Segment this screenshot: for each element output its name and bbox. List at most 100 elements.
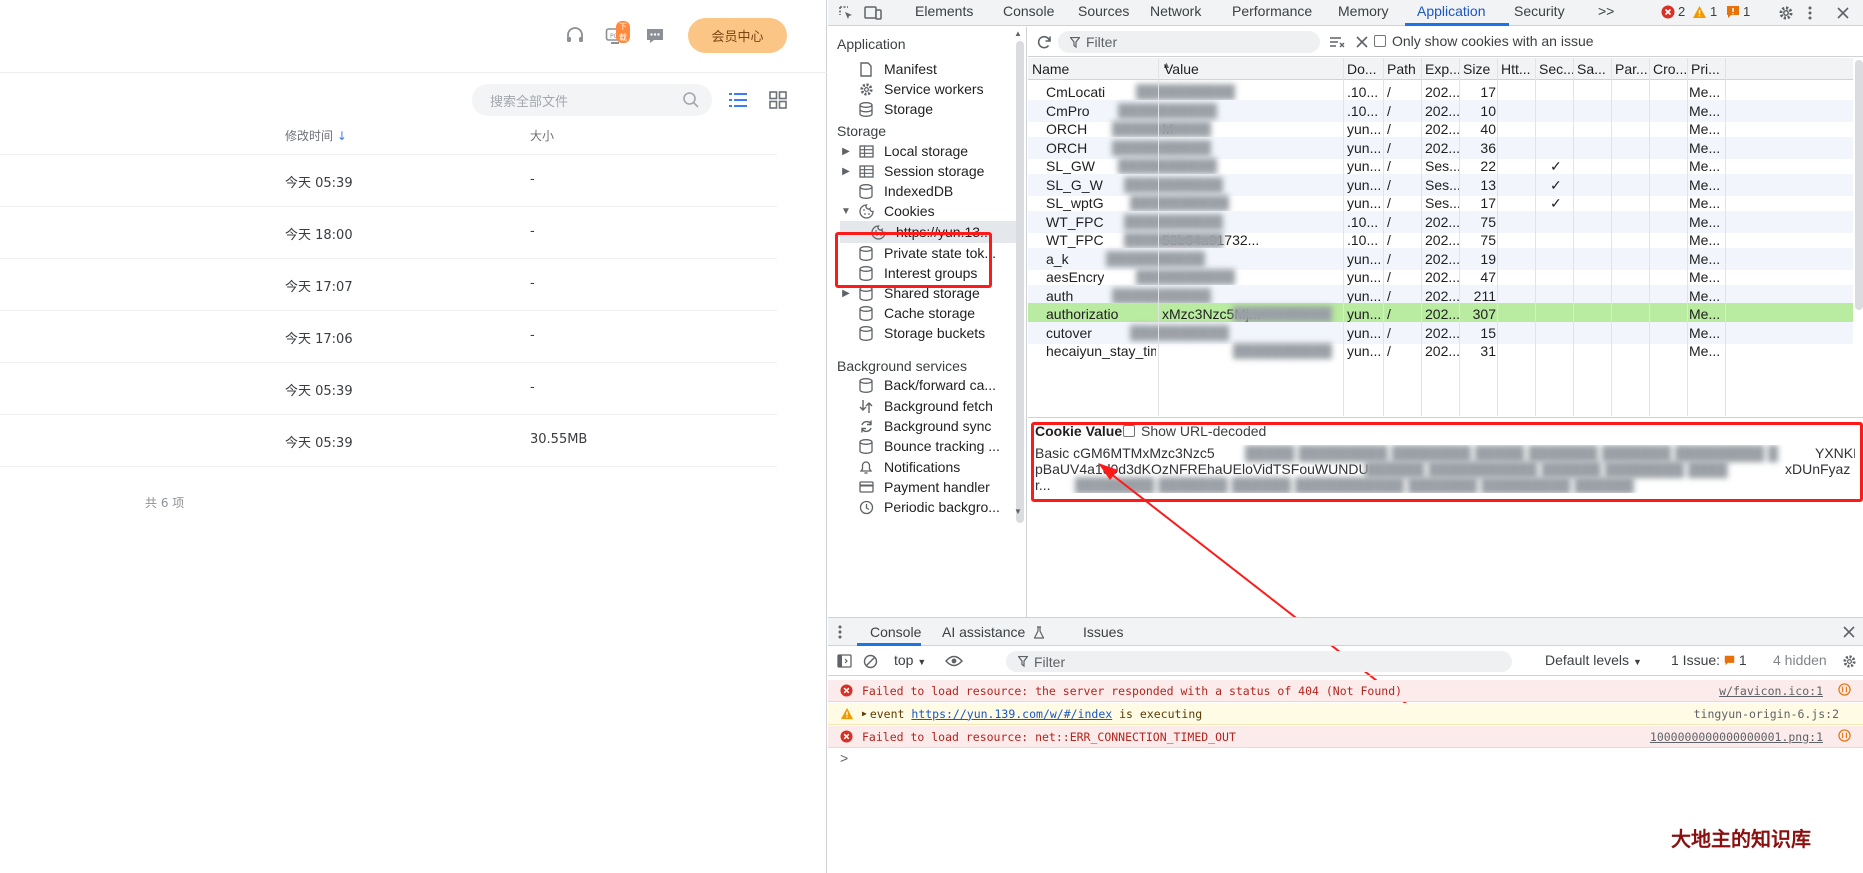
col-partition-key[interactable]: Par... [1615,61,1649,77]
size-column-header[interactable]: 大小 [530,127,554,144]
sidebar-item-storage[interactable]: Storage [828,98,1016,120]
console-error-message[interactable]: Failed to load resource: net::ERR_CONNEC… [828,726,1863,748]
sidebar-item-periodic-background-sync[interactable]: Periodic backgro... [828,496,1016,518]
col-path[interactable]: Path [1387,61,1421,77]
tab-elements[interactable]: Elements [915,3,973,19]
clear-filtered-cookies-icon[interactable] [1327,32,1347,52]
device-toolbar-icon[interactable] [862,3,884,23]
col-size[interactable]: Size [1463,61,1497,77]
search-icon[interactable] [682,91,700,113]
sidebar-item-manifest[interactable]: Manifest [828,58,1016,80]
tab-network[interactable]: Network [1150,3,1201,19]
col-httponly[interactable]: Htt... [1501,61,1535,77]
expand-arrow-icon[interactable]: ▶ [839,288,853,299]
expand-arrow-icon[interactable]: ▶ [862,709,867,718]
sidebar-item-background-fetch[interactable]: Background fetch [828,395,1016,417]
col-cross-site[interactable]: Cro... [1653,61,1687,77]
cookies-table-scrollbar[interactable] [1855,60,1863,310]
warning-count-icon[interactable] [1692,5,1707,19]
issue-count-icon[interactable] [1726,5,1740,19]
console-settings-gear-icon[interactable] [1841,653,1857,669]
col-secure[interactable]: Sec... [1539,61,1573,77]
console-filter-input[interactable]: Filter [1006,651,1512,672]
file-row[interactable]: 今天 05:39 - [0,363,777,415]
file-row[interactable]: 今天 05:39 30.55MB [0,415,777,467]
col-expires[interactable]: Exp... [1425,61,1459,77]
log-levels-dropdown[interactable]: Default levels ▼ [1545,652,1642,668]
sidebar-item-cache-storage[interactable]: Cache storage [828,302,1016,324]
sidebar-item-background-sync[interactable]: Background sync [828,415,1016,437]
cookie-filter-input[interactable]: Filter [1058,31,1320,53]
sidebar-item-payment-handler[interactable]: Payment handler [828,476,1016,498]
col-domain[interactable]: Do... [1347,61,1383,77]
refresh-icon[interactable] [1034,32,1054,52]
tab-memory[interactable]: Memory [1338,3,1389,19]
sidebar-item-notifications[interactable]: Notifications [828,456,1016,478]
console-warning-message[interactable]: ▶ event https://yun.139.com/w/#/index is… [828,703,1863,725]
expand-arrow-icon[interactable]: ▶ [839,146,853,157]
sidebar-item-storage-buckets[interactable]: Storage buckets [828,322,1016,344]
col-name[interactable]: Name [1032,61,1069,77]
grid-view-icon[interactable] [768,90,788,110]
col-value[interactable]: Value [1164,61,1199,77]
console-error-message[interactable]: Failed to load resource: the server resp… [828,680,1863,702]
clear-console-icon[interactable] [862,653,878,669]
sidebar-item-session-storage[interactable]: ▶ Session storage [828,160,1016,182]
file-search-input[interactable]: 搜索全部文件 [472,84,712,116]
close-drawer-icon[interactable] [1841,624,1857,640]
member-center-button[interactable]: 会员中心 [688,18,787,53]
only-issues-checkbox[interactable]: Only show cookies with an issue [1374,33,1594,49]
sidebar-item-cookies[interactable]: ▼ Cookies [828,200,1016,222]
settings-gear-icon[interactable] [1776,3,1796,23]
sidebar-scrollbar[interactable] [1016,41,1024,523]
sidebar-item-local-storage[interactable]: ▶ Local storage [828,140,1016,162]
col-samesite[interactable]: Sa... [1577,61,1611,77]
cookie-row[interactable]: hecaiyun_stay_time yun... / 202... 31 Me... ██… [1028,340,1853,362]
tab-console[interactable]: Console [1003,3,1054,19]
tab-sources[interactable]: Sources [1078,3,1129,19]
collapse-arrow-icon[interactable]: ▼ [839,206,853,217]
list-view-icon[interactable] [728,90,748,110]
network-request-icon[interactable] [1838,682,1851,699]
file-row[interactable]: 今天 17:06 - [0,311,777,363]
expand-arrow-icon[interactable]: ▶ [839,166,853,177]
sidebar-item-back-forward-cache[interactable]: Back/forward ca... [828,374,1016,396]
modified-time-column-header[interactable]: 修改时间 ↓ [285,127,347,144]
delete-all-cookies-icon[interactable] [1352,32,1372,52]
message-source-link[interactable]: tingyun-origin-6.js:2 [1694,707,1839,721]
sidebar-item-indexeddb[interactable]: IndexedDB [828,180,1016,202]
more-tabs-button[interactable]: >> [1598,3,1614,19]
sidebar-item-bounce-tracking[interactable]: Bounce tracking ... [828,435,1016,457]
issues-link[interactable]: 1 Issue: 1 [1671,652,1747,669]
inspect-element-icon[interactable] [836,3,856,23]
message-source-link[interactable]: w/favicon.ico:1 [1719,684,1823,698]
drawer-tab-console[interactable]: Console [870,624,921,640]
pc-download-icon[interactable]: PC 下载 [604,21,630,47]
sidebar-item-service-workers[interactable]: Service workers [828,78,1016,100]
message-icon[interactable] [644,25,666,47]
drawer-menu-icon[interactable] [836,625,844,639]
live-expression-eye-icon[interactable] [944,653,964,669]
console-prompt[interactable]: > [840,750,848,766]
scroll-down-arrow-icon[interactable]: ▼ [1014,507,1022,516]
message-url-link[interactable]: https://yun.139.com/w/#/index [911,707,1112,721]
tab-application[interactable]: Application [1417,3,1486,19]
kebab-menu-icon[interactable] [1803,3,1817,23]
file-row[interactable]: 今天 05:39 - [0,155,777,207]
show-sidebar-icon[interactable] [836,653,852,669]
message-source-link[interactable]: 1000000000000000001.png:1 [1650,730,1823,744]
drawer-tab-ai-assistance[interactable]: AI assistance [942,624,1025,640]
checkbox-icon[interactable] [1374,35,1386,47]
col-priority[interactable]: Pri... [1691,61,1725,77]
tab-performance[interactable]: Performance [1232,3,1312,19]
headset-icon[interactable] [564,25,586,47]
file-row[interactable]: 今天 17:07 - [0,259,777,311]
scroll-up-arrow-icon[interactable]: ▲ [1014,29,1022,38]
error-count-icon[interactable] [1661,5,1675,19]
close-devtools-icon[interactable] [1833,3,1853,23]
drawer-tab-issues[interactable]: Issues [1083,624,1123,640]
file-row[interactable]: 今天 18:00 - [0,207,777,259]
tab-security[interactable]: Security [1514,3,1565,19]
network-request-icon[interactable] [1838,728,1851,745]
context-selector[interactable]: top ▼ [894,652,926,668]
